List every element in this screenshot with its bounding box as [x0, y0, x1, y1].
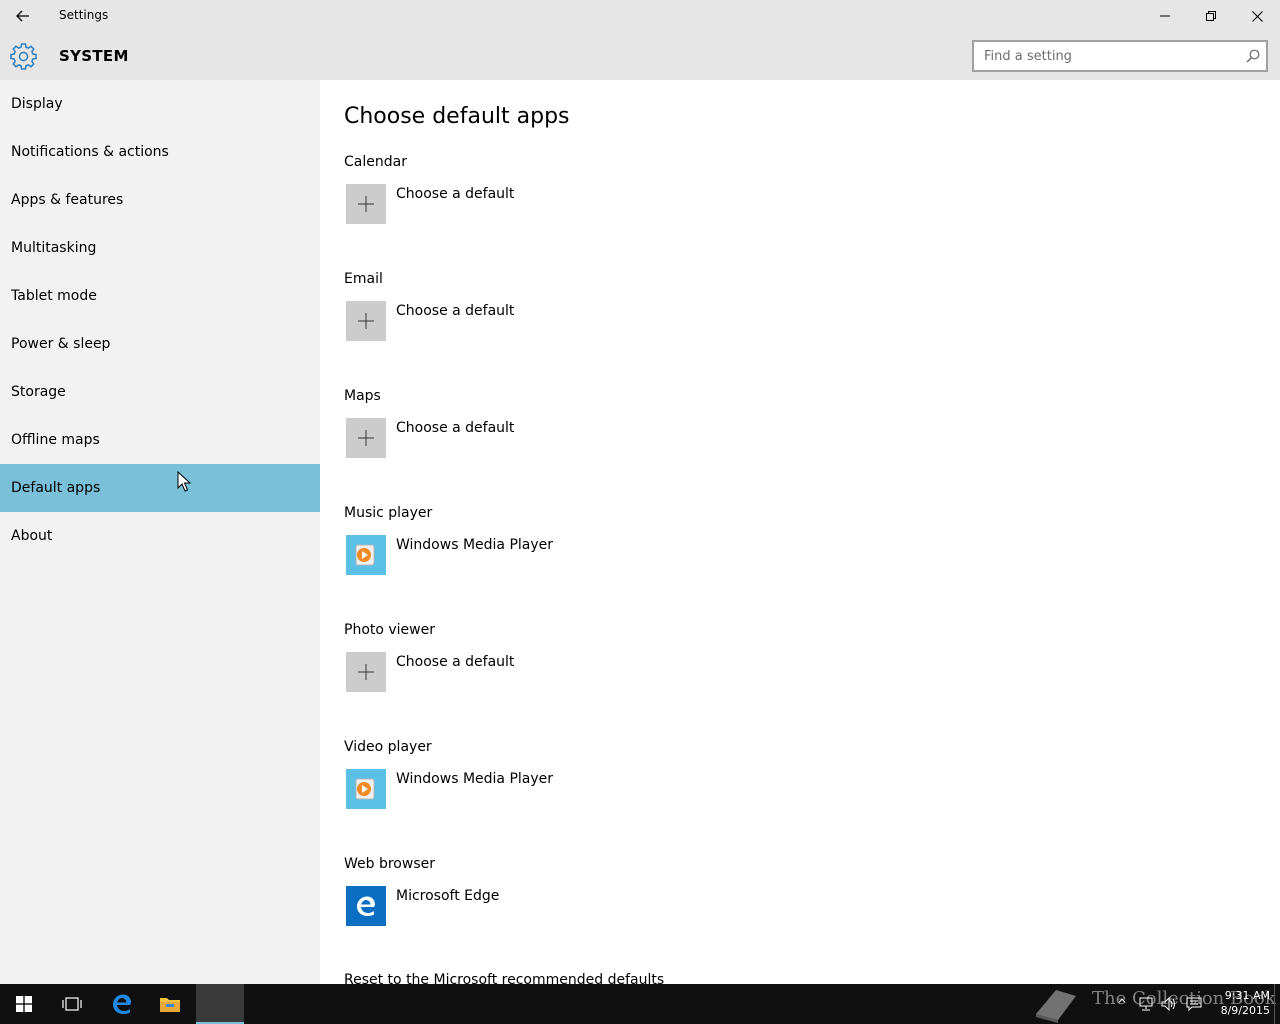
- sidebar-item-label: Display: [11, 96, 63, 112]
- windows-media-player-icon: [346, 769, 386, 809]
- windows-media-player-icon: [346, 535, 386, 575]
- windows-logo-icon: [16, 996, 32, 1012]
- sidebar: Display Notifications & actions Apps & f…: [0, 80, 320, 984]
- sidebar-item-about[interactable]: About: [0, 512, 320, 560]
- main-content: Choose default apps Calendar Choose a de…: [320, 80, 1280, 984]
- search-icon[interactable]: [1246, 49, 1260, 63]
- section-label: Calendar: [344, 154, 407, 170]
- app-name: Microsoft Edge: [396, 888, 500, 904]
- reset-defaults-label: Reset to the Microsoft recommended defau…: [344, 972, 665, 984]
- search-input[interactable]: [974, 42, 1234, 70]
- sidebar-item-label: Tablet mode: [11, 288, 97, 304]
- back-arrow-icon: [16, 10, 29, 22]
- web-browser-default-button[interactable]: Microsoft Edge: [344, 886, 744, 930]
- plus-icon: [346, 652, 386, 692]
- sidebar-item-label: About: [11, 528, 53, 544]
- book-logo-icon: [1036, 990, 1076, 1023]
- sidebar-item-label: Power & sleep: [11, 336, 111, 352]
- back-button[interactable]: [0, 0, 46, 32]
- sidebar-item-label: Notifications & actions: [11, 144, 169, 160]
- page-title: Choose default apps: [344, 104, 570, 129]
- app-name: Choose a default: [396, 420, 515, 436]
- sidebar-item-multitasking[interactable]: Multitasking: [0, 224, 320, 272]
- title-bar: Settings: [0, 0, 1280, 32]
- sidebar-item-label: Default apps: [11, 480, 101, 496]
- app-name: Windows Media Player: [396, 771, 554, 787]
- mouse-cursor-icon: [177, 471, 191, 492]
- default-app-section-maps: Maps Choose a default: [344, 388, 944, 498]
- section-label: Video player: [344, 739, 432, 755]
- file-explorer-icon: [160, 998, 180, 1012]
- taskbar: The Collection Book ^ 9:31 AM 8/9/2015: [0, 984, 1280, 1024]
- task-view-icon: [62, 997, 82, 1011]
- sidebar-item-offline-maps[interactable]: Offline maps: [0, 416, 320, 464]
- settings-header: SYSTEM: [0, 32, 1280, 80]
- sidebar-item-label: Apps & features: [11, 192, 124, 208]
- default-app-section-calendar: Calendar Choose a default: [344, 154, 944, 264]
- gear-icon: [10, 43, 37, 70]
- sidebar-item-label: Storage: [11, 384, 66, 400]
- sidebar-item-notifications-actions[interactable]: Notifications & actions: [0, 128, 320, 176]
- music-player-default-button[interactable]: Windows Media Player: [344, 535, 744, 579]
- maps-default-button[interactable]: Choose a default: [344, 418, 744, 462]
- section-label: Music player: [344, 505, 433, 521]
- volume-icon[interactable]: [1160, 996, 1178, 1012]
- app-name: Choose a default: [396, 186, 515, 202]
- clock-time: 9:31 AM: [1224, 989, 1270, 1002]
- task-view-button[interactable]: [48, 984, 96, 1024]
- microsoft-edge-icon: [113, 994, 131, 1014]
- chevron-up-icon[interactable]: ^: [1113, 996, 1131, 1012]
- taskbar-settings-button[interactable]: [196, 984, 244, 1024]
- app-name: Choose a default: [396, 654, 515, 670]
- sidebar-item-storage[interactable]: Storage: [0, 368, 320, 416]
- clock[interactable]: 9:31 AM 8/9/2015: [1210, 988, 1270, 1018]
- sidebar-item-label: Offline maps: [11, 432, 100, 448]
- app-name: Windows Media Player: [396, 537, 554, 553]
- show-desktop-button[interactable]: [1274, 984, 1280, 1024]
- section-title: SYSTEM: [59, 47, 129, 65]
- taskbar-file-explorer-button[interactable]: [146, 984, 194, 1024]
- default-app-section-video-player: Video player Windows Media Player: [344, 739, 944, 849]
- section-label: Web browser: [344, 856, 435, 872]
- restore-button[interactable]: [1188, 0, 1234, 32]
- sidebar-item-apps-features[interactable]: Apps & features: [0, 176, 320, 224]
- plus-icon: [346, 418, 386, 458]
- video-player-default-button[interactable]: Windows Media Player: [344, 769, 744, 813]
- plus-icon: [346, 184, 386, 224]
- default-app-section-email: Email Choose a default: [344, 271, 944, 381]
- start-button[interactable]: [0, 984, 48, 1024]
- minimize-button[interactable]: [1142, 0, 1188, 32]
- sidebar-item-power-sleep[interactable]: Power & sleep: [0, 320, 320, 368]
- clock-date: 8/9/2015: [1220, 1004, 1270, 1017]
- network-icon[interactable]: [1137, 996, 1155, 1012]
- window-title: Settings: [59, 8, 109, 22]
- action-center-icon[interactable]: [1185, 996, 1203, 1012]
- sidebar-item-label: Multitasking: [11, 240, 97, 256]
- sidebar-item-default-apps[interactable]: Default apps: [0, 464, 320, 512]
- sidebar-item-display[interactable]: Display: [0, 80, 320, 128]
- section-label: Email: [344, 271, 383, 287]
- minimize-icon: [1160, 15, 1170, 17]
- sidebar-item-tablet-mode[interactable]: Tablet mode: [0, 272, 320, 320]
- default-app-section-music-player: Music player Windows Media Player: [344, 505, 944, 615]
- app-name: Choose a default: [396, 303, 515, 319]
- taskbar-edge-button[interactable]: [98, 984, 146, 1024]
- close-button[interactable]: [1234, 0, 1280, 32]
- restore-icon: [1206, 11, 1216, 21]
- close-icon: [1251, 10, 1263, 22]
- section-label: Maps: [344, 388, 381, 404]
- calendar-default-button[interactable]: Choose a default: [344, 184, 744, 228]
- section-label: Photo viewer: [344, 622, 435, 638]
- plus-icon: [346, 301, 386, 341]
- email-default-button[interactable]: Choose a default: [344, 301, 744, 345]
- search-box[interactable]: [972, 40, 1268, 72]
- default-app-section-web-browser: Web browser Microsoft Edge: [344, 856, 944, 966]
- microsoft-edge-icon: [346, 886, 386, 926]
- photo-viewer-default-button[interactable]: Choose a default: [344, 652, 744, 696]
- default-app-section-photo-viewer: Photo viewer Choose a default: [344, 622, 944, 732]
